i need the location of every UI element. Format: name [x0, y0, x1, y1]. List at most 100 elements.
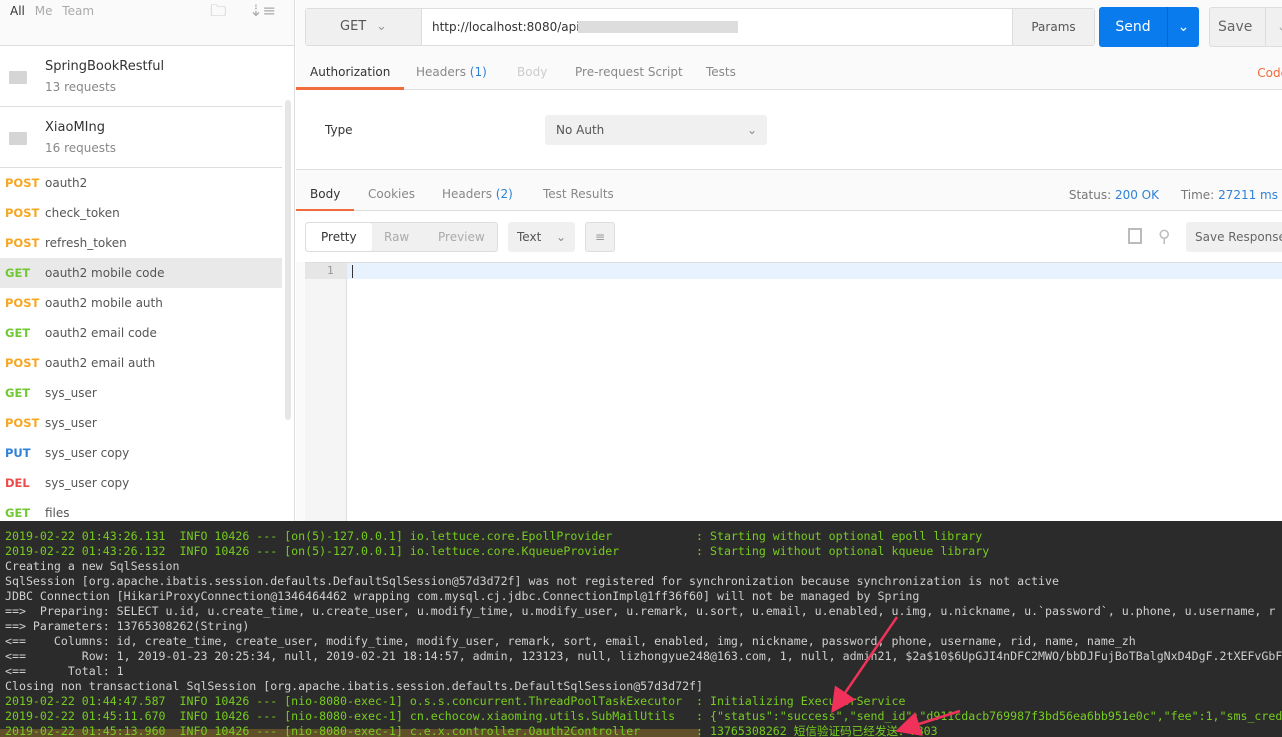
console-line: 2019-02-22 01:45:13.960 INFO 10426 --- […	[5, 724, 938, 737]
console-line: <== Row: 1, 2019-01-23 20:25:34, null, 2…	[5, 649, 1282, 663]
request-item[interactable]: GET oauth2 email code	[0, 318, 282, 348]
request-item[interactable]: POST sys_user	[0, 408, 282, 438]
wrap-lines-icon[interactable]: ≡	[585, 222, 615, 252]
save-button[interactable]: Save ⌄	[1209, 7, 1282, 47]
request-item[interactable]: POST refresh_token	[0, 228, 282, 258]
tab-body[interactable]: Body	[503, 58, 561, 90]
console-line: ==> Parameters: 13765308262(String)	[5, 619, 250, 633]
console-line: JDBC Connection [HikariProxyConnection@1…	[5, 589, 920, 603]
method-badge: PUT	[5, 446, 31, 460]
method-badge: GET	[5, 266, 31, 280]
auth-type-label: Type	[325, 123, 353, 137]
request-item[interactable]: POST oauth2	[0, 168, 282, 198]
response-toolbar: Pretty Raw Preview Text ⌄ ≡ ⚲ Save Respon…	[296, 211, 1282, 262]
tab-count: (1)	[469, 65, 487, 79]
request-tabs: Authorization Headers (1) Body Pre-reque…	[296, 58, 1282, 90]
sidebar-tab-team[interactable]: Team	[62, 4, 94, 18]
method-badge: GET	[5, 506, 31, 520]
time-label: Time:	[1180, 188, 1215, 202]
method-badge: POST	[5, 296, 40, 310]
save-response-button[interactable]: Save Response	[1186, 222, 1282, 252]
send-label: Send	[1115, 19, 1151, 35]
request-name: oauth2 mobile auth	[45, 296, 163, 310]
request-item[interactable]: GET sys_user	[0, 378, 282, 408]
code-link[interactable]: Code	[1257, 66, 1282, 80]
request-item[interactable]: POST oauth2 email auth	[0, 348, 282, 378]
status-value: 200 OK	[1114, 188, 1159, 202]
request-name: oauth2	[45, 176, 88, 190]
auth-type-select[interactable]: No Auth ⌄	[545, 115, 767, 145]
collection-item[interactable]: XiaoMIng 16 requests	[0, 107, 282, 168]
request-name: sys_user copy	[45, 476, 130, 490]
tab-test-results[interactable]: Test Results	[529, 180, 628, 212]
line-number: 1	[305, 263, 347, 279]
folder-icon	[9, 132, 27, 145]
url-bar: GET ⌄ http://localhost:8080/api/auth/mobi…	[305, 8, 1095, 46]
chevron-down-icon[interactable]: ⌄	[1265, 8, 1282, 46]
copy-icon[interactable]	[1128, 228, 1142, 244]
request-item[interactable]: POST oauth2 mobile auth	[0, 288, 282, 318]
tab-cookies[interactable]: Cookies	[354, 180, 429, 212]
response-status: Status: 200 OK Time: 27211 ms	[1069, 188, 1278, 202]
method-badge: DEL	[5, 476, 30, 490]
console-line: <== Columns: id, create_time, create_use…	[5, 634, 1136, 648]
console-line: 2019-02-22 01:45:11.670 INFO 10426 --- […	[5, 709, 1282, 723]
send-button[interactable]: Send ⌄	[1099, 7, 1199, 47]
text-caret	[352, 265, 353, 278]
time-value: 27211 ms	[1218, 188, 1278, 202]
params-button[interactable]: Params	[1012, 9, 1094, 45]
request-name: oauth2 mobile code	[45, 266, 165, 280]
tab-tests[interactable]: Tests	[692, 58, 750, 90]
view-preview[interactable]: Preview	[438, 223, 485, 251]
method-value: GET	[340, 19, 367, 34]
request-name: oauth2 email code	[45, 326, 157, 340]
method-badge: GET	[5, 386, 31, 400]
sidebar-header: All Me Team 🗀 ⇣≡	[0, 0, 294, 46]
tab-response-body[interactable]: Body	[296, 180, 355, 212]
console-line: <== Total: 1	[5, 664, 124, 678]
response-tabs: Body Cookies Headers (2) Test Results St…	[296, 180, 1282, 212]
request-name: check_token	[45, 206, 120, 220]
redacted-region	[578, 21, 738, 33]
view-pretty[interactable]: Pretty	[306, 223, 372, 251]
console-line: 2019-02-22 01:44:47.587 INFO 10426 --- […	[5, 694, 906, 708]
view-raw[interactable]: Raw	[384, 223, 409, 251]
request-item[interactable]: POST check_token	[0, 198, 282, 228]
sidebar-scrollbar[interactable]	[285, 100, 291, 420]
request-item[interactable]: GET files	[0, 498, 282, 521]
save-label: Save	[1218, 19, 1253, 35]
request-item[interactable]: PUT sys_user copy	[0, 438, 282, 468]
request-name: oauth2 email auth	[45, 356, 156, 370]
request-item[interactable]: DEL sys_user copy	[0, 468, 282, 498]
collection-count: 13 requests	[45, 80, 116, 94]
sidebar-tab-me[interactable]: Me	[35, 4, 53, 18]
collection-item[interactable]: SpringBookRestful 13 requests	[0, 46, 282, 107]
method-select[interactable]: GET ⌄	[306, 9, 422, 45]
search-icon[interactable]: ⚲	[1158, 227, 1170, 247]
response-editor[interactable]: 1	[305, 262, 1282, 522]
new-collection-icon[interactable]: 🗀	[210, 1, 226, 20]
chevron-down-icon[interactable]: ⌄	[1167, 7, 1199, 47]
tab-response-headers[interactable]: Headers (2)	[428, 180, 527, 212]
format-select[interactable]: Text ⌄	[508, 222, 575, 252]
request-item[interactable]: GET oauth2 mobile code	[0, 258, 282, 288]
tab-authorization[interactable]: Authorization	[296, 58, 405, 90]
console-line: SqlSession [org.apache.ibatis.session.de…	[5, 574, 1059, 588]
sort-icon[interactable]: ⇣≡	[249, 1, 276, 20]
sidebar-tab-all[interactable]: All	[10, 4, 25, 18]
console-line: 2019-02-22 01:43:26.131 INFO 10426 --- […	[5, 529, 983, 543]
console-line: Closing non transactional SqlSession [or…	[5, 679, 704, 693]
tab-label: Headers	[416, 65, 466, 79]
chevron-down-icon: ⌄	[376, 19, 387, 34]
tab-pre-request-script[interactable]: Pre-request Script	[561, 58, 697, 90]
collection-name: XiaoMIng	[45, 120, 105, 135]
request-name: sys_user	[45, 386, 97, 400]
tab-headers[interactable]: Headers (1)	[402, 58, 501, 90]
method-badge: GET	[5, 326, 31, 340]
current-line	[347, 263, 1282, 279]
view-mode-toggle: Pretty Raw Preview	[305, 222, 498, 252]
method-badge: POST	[5, 236, 40, 250]
line-gutter	[305, 263, 347, 522]
status-label: Status:	[1068, 188, 1112, 202]
tab-count: (2)	[495, 187, 513, 201]
